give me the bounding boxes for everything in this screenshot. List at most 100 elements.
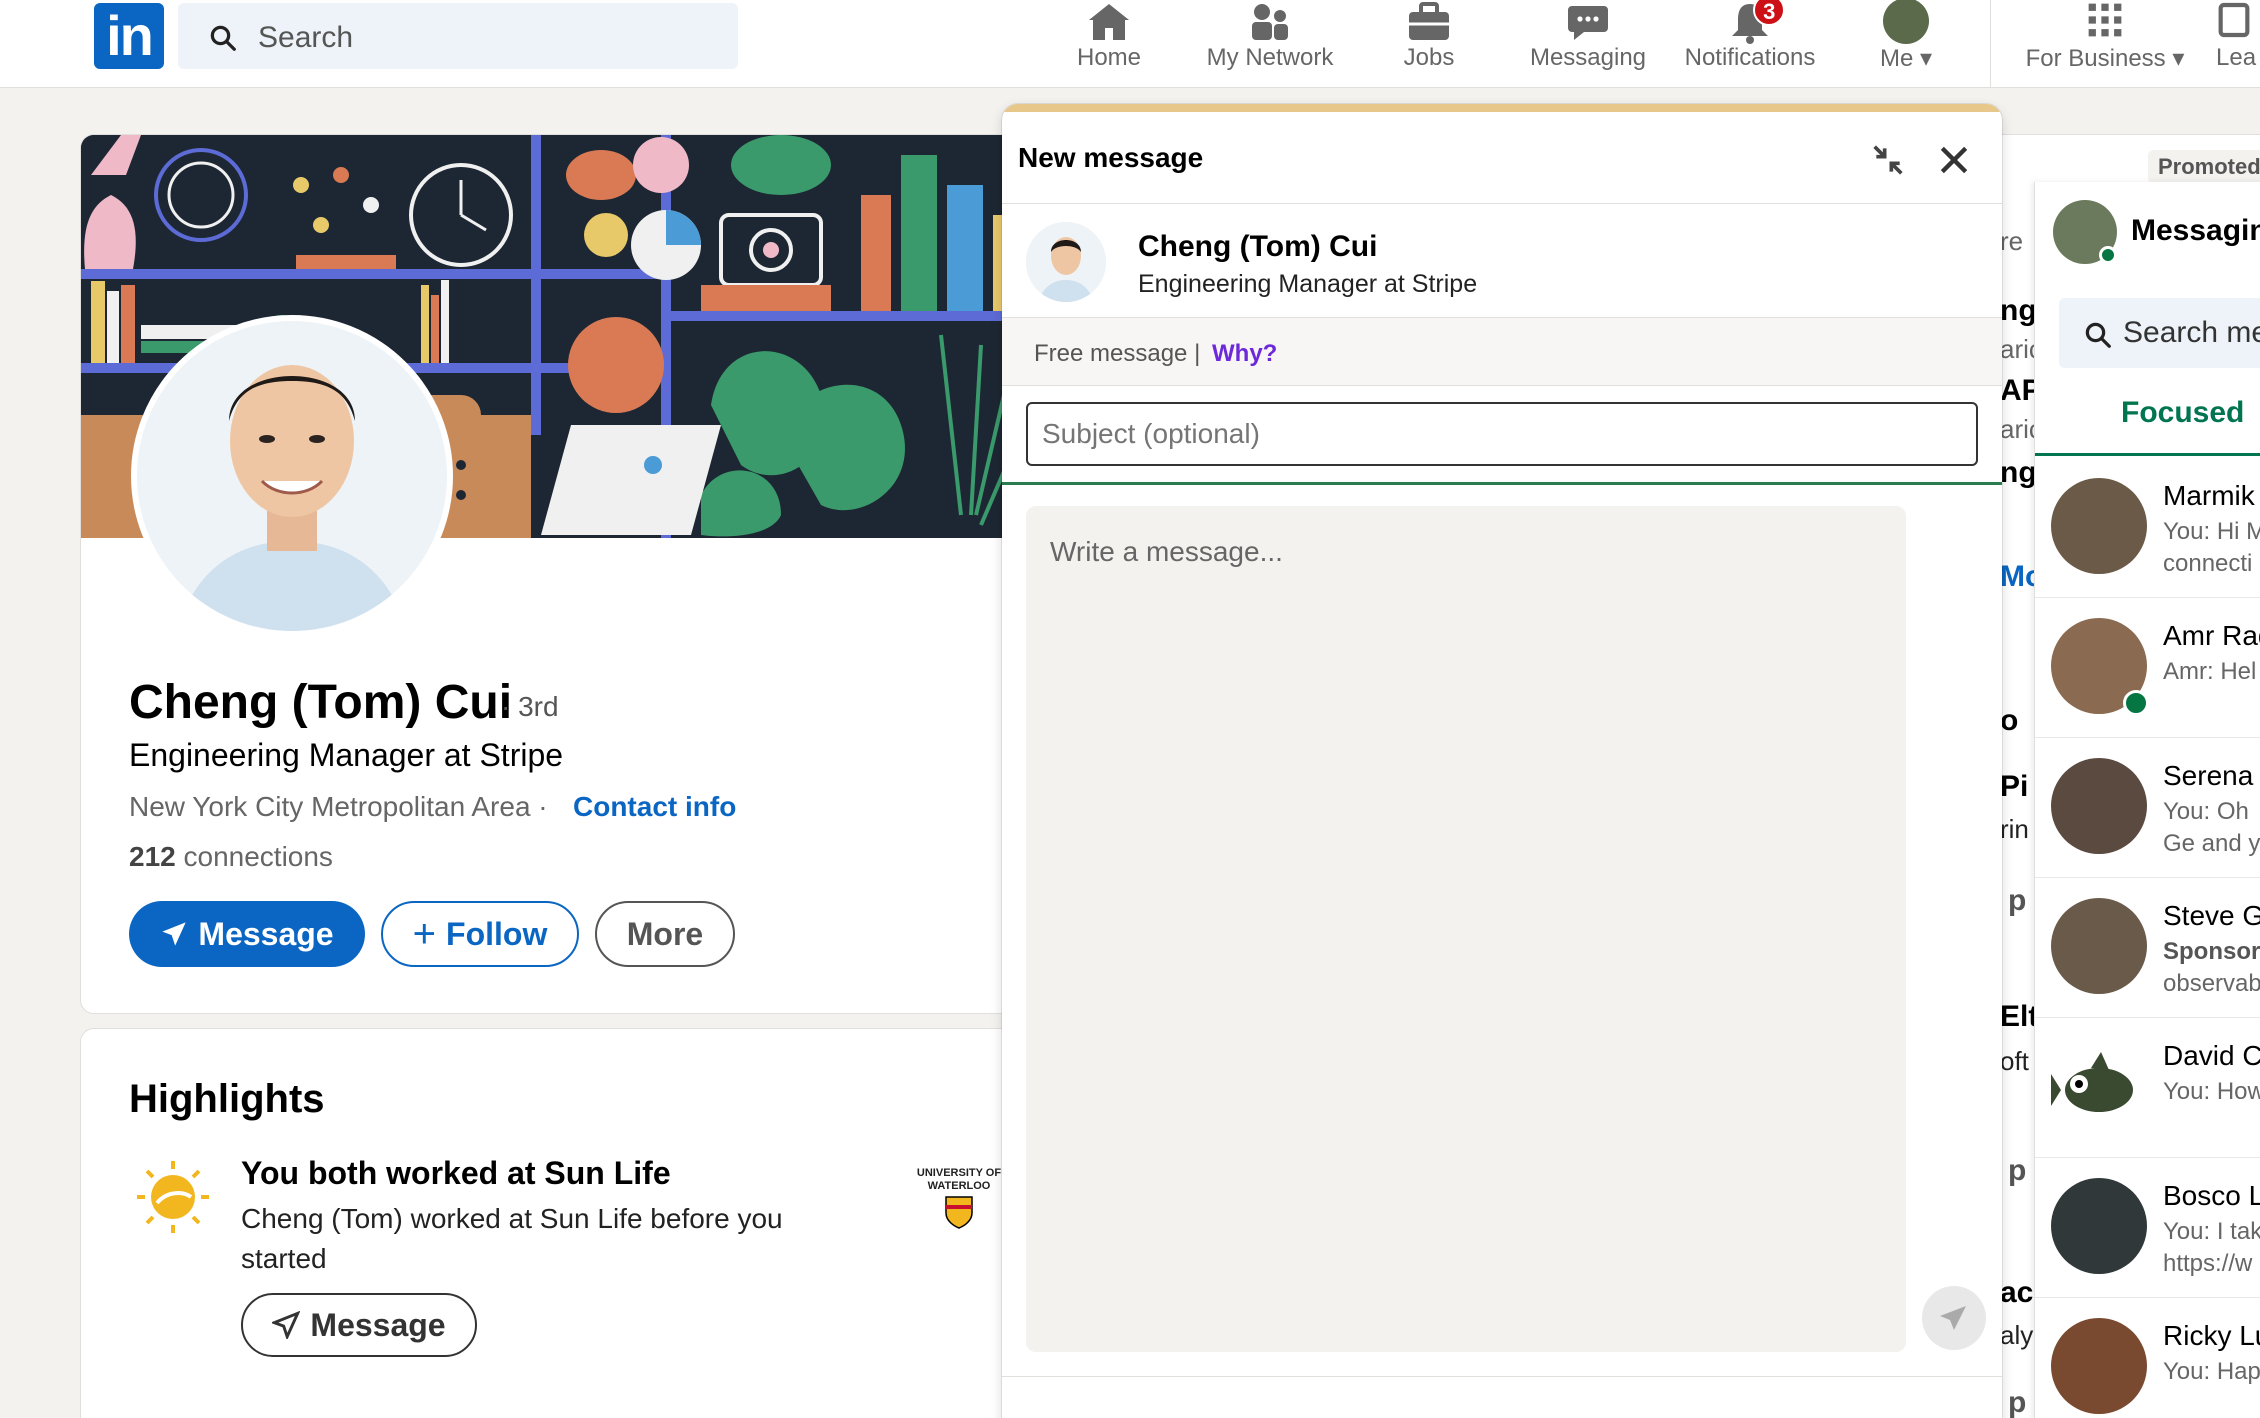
conversation-preview-line: You: How: [2163, 1078, 2260, 1105]
fragment-text: ng: [2000, 294, 2037, 327]
conversation-name: David C: [2163, 1040, 2260, 1071]
profile-location: New York City Metropolitan Area ·: [129, 791, 548, 822]
conversation-preview: You: How: [2163, 1076, 2260, 1108]
messaging-panel: Messagin Search me Focused Marmik You: H…: [2034, 182, 2260, 1418]
chevron-down-icon: ▾: [2172, 45, 2185, 72]
conversation-name: Marmik: [2163, 480, 2255, 511]
connection-degree: · 3rd: [501, 691, 559, 722]
conversation-preview-line: connecti: [2163, 550, 2253, 577]
connections-count[interactable]: 212 connections: [129, 841, 333, 873]
conversation-item[interactable]: Amr Rad Amr: Hel: [2035, 598, 2260, 738]
profile-avatar[interactable]: [131, 315, 453, 637]
fragment-text: aly: [2000, 1320, 2034, 1350]
profile-card: Cheng (Tom) Cui · 3rd Engineering Manage…: [80, 134, 1080, 1014]
conversation-preview: You: Oh Ge and y: [2163, 796, 2260, 860]
plus-icon: +: [412, 911, 437, 956]
connections-number: 212: [129, 841, 176, 872]
conversation-name: Ricky Lu: [2163, 1320, 2260, 1351]
recipient-row[interactable]: Cheng (Tom) Cui Engineering Manager at S…: [1002, 204, 2002, 318]
nav-jobs[interactable]: Jobs: [1379, 0, 1479, 88]
send-icon: [162, 922, 187, 946]
waterloo-shield-icon: [945, 1196, 973, 1229]
chat-icon: [1568, 6, 1608, 40]
highlight-message-button[interactable]: Message: [241, 1293, 477, 1357]
fragment-text: rin: [2000, 814, 2029, 844]
linkedin-logo[interactable]: in: [94, 3, 164, 69]
waterloo-logo-text: UNIVERSITY OF WATERLOO: [916, 1167, 1002, 1192]
conversation-preview: You: I tak https://w: [2163, 1216, 2260, 1280]
nav-me-label: Me: [1879, 45, 1914, 72]
nav-learning[interactable]: Lea: [2216, 0, 2260, 88]
highlights-title: Highlights: [129, 1077, 325, 1121]
conversation-avatar: [2051, 1038, 2147, 1134]
search-icon: [2085, 322, 2111, 348]
nav-home-label: Home: [1076, 44, 1142, 71]
fish-avatar-icon: [2051, 1052, 2133, 1112]
conversation-item[interactable]: Ricky Lu You: Hap: [2035, 1298, 2260, 1418]
message-button[interactable]: Message: [129, 901, 365, 967]
nav-divider: [1990, 0, 1991, 88]
conversation-item[interactable]: Serena You: Oh Ge and y: [2035, 738, 2260, 878]
nav-for-business[interactable]: For Business ▾: [2010, 0, 2200, 88]
recipient-headline: Engineering Manager at Stripe: [1138, 270, 1478, 298]
new-message-dialog: New message Cheng (Tom) Cui Engineering …: [1002, 104, 2002, 1418]
conversation-item[interactable]: Bosco L You: I tak https://w: [2035, 1158, 2260, 1298]
subject-input[interactable]: [1026, 402, 1978, 466]
messaging-search[interactable]: Search me: [2059, 298, 2260, 368]
search-icon: [210, 25, 236, 51]
more-button[interactable]: More: [595, 901, 735, 967]
close-icon[interactable]: [1934, 140, 1974, 180]
briefcase-icon: [1409, 2, 1449, 40]
highlights-card: Highlights You both worked at Sun Life C…: [80, 1028, 1080, 1418]
nav-home[interactable]: Home: [1059, 0, 1159, 88]
search-input[interactable]: Search: [258, 21, 353, 55]
nav-notifications[interactable]: 3 Notifications: [1670, 0, 1830, 88]
conversation-avatar: [2051, 898, 2147, 994]
conversation-preview-line: You: Oh: [2163, 798, 2249, 825]
conversation-item[interactable]: Steve G Sponsor observab: [2035, 878, 2260, 1018]
promoted-label: Promoted: [2148, 150, 2260, 184]
tab-focused-label: Focused: [2121, 396, 2245, 429]
message-body-input[interactable]: Write a message...: [1026, 506, 1906, 1352]
messaging-search-input[interactable]: Search me: [2123, 316, 2260, 350]
nav-me[interactable]: Me ▾: [1866, 0, 1946, 88]
minimize-icon[interactable]: [1868, 140, 1908, 180]
nav-my-network[interactable]: My Network: [1190, 0, 1350, 88]
dialog-accent-bar: [1002, 104, 2002, 112]
highlight-heading: You both worked at Sun Life: [241, 1155, 671, 1191]
follow-button[interactable]: + Follow: [381, 901, 579, 967]
conversation-preview-line: You: Hi M: [2163, 518, 2260, 545]
contact-info-link[interactable]: Contact info: [573, 791, 736, 823]
conversation-item[interactable]: David C You: How: [2035, 1018, 2260, 1158]
top-navigation: in Search Home My Network Jobs Messaging…: [0, 0, 2260, 88]
fragment-text: p: [2008, 884, 2027, 917]
recipient-name: Cheng (Tom) Cui: [1138, 230, 1378, 263]
send-button[interactable]: [1922, 1286, 1986, 1350]
nav-messaging[interactable]: Messaging: [1513, 0, 1663, 88]
conversation-preview: Sponsor observab: [2163, 936, 2260, 1000]
free-message-banner: Free message | Why?: [1002, 318, 2002, 386]
conversation-name: Amr Rad: [2163, 620, 2260, 651]
conversation-avatar: [2051, 1318, 2147, 1414]
conversation-item[interactable]: Marmik You: Hi M connecti: [2035, 458, 2260, 598]
conversation-preview-line: You: I tak: [2163, 1218, 2260, 1245]
message-button-label: Message: [198, 915, 334, 952]
waterloo-logo: UNIVERSITY OF WATERLOO: [911, 1167, 1007, 1232]
profile-name: Cheng (Tom) Cui: [129, 676, 513, 729]
fragment-text: Pi: [2000, 770, 2029, 803]
conversation-avatar: [2051, 1178, 2147, 1274]
me-avatar: [1883, 0, 1929, 44]
fragment-text: oft: [2000, 1046, 2029, 1076]
search-bar[interactable]: Search: [178, 3, 738, 69]
highlight-body: Cheng (Tom) worked at Sun Life before yo…: [241, 1203, 783, 1274]
nav-jobs-label: Jobs: [1403, 44, 1455, 71]
messaging-panel-title[interactable]: Messagin: [2131, 214, 2260, 248]
fragment-text: p: [2008, 1154, 2027, 1187]
conversation-name: Steve G: [2163, 900, 2260, 931]
nav-learning-label: Lea: [2216, 44, 2257, 71]
send-icon: [1940, 1306, 1966, 1330]
online-status-dot: [2099, 246, 2117, 264]
profile-photo: [137, 321, 447, 631]
why-link[interactable]: Why?: [1212, 340, 1277, 368]
dialog-header: New message: [1002, 112, 2002, 204]
